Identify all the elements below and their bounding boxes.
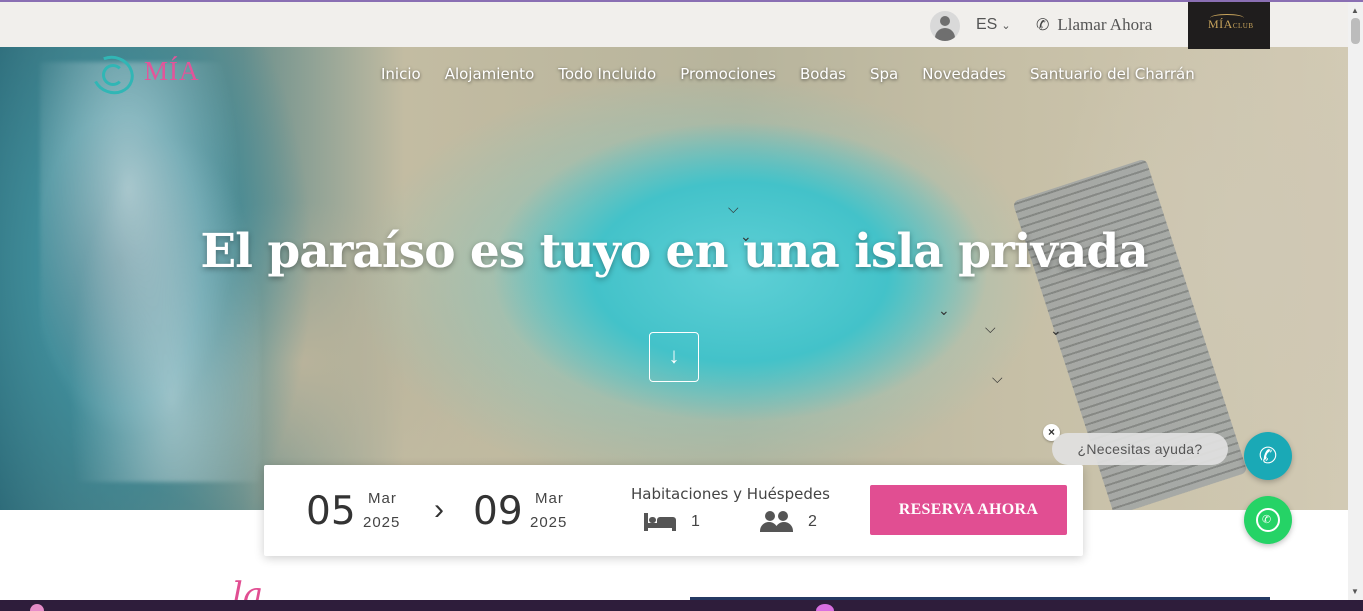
checkin-month[interactable]: Mar <box>368 490 397 507</box>
whatsapp-button[interactable]: ✆ <box>1244 496 1292 544</box>
whatsapp-phone-glyph: ✆ <box>1262 514 1272 526</box>
top-utility-bar: ES ⌄ ✆ Llamar Ahora MÍACLUB <box>0 2 1348 49</box>
bird-icon: ⌵ <box>992 370 1003 386</box>
checkin-year[interactable]: 2025 <box>363 514 400 531</box>
logo-name: MÍA <box>144 56 200 86</box>
rooms-count[interactable]: 1 <box>691 513 701 531</box>
nav-item-todo-incluido[interactable]: Todo Incluido <box>558 65 656 83</box>
arrow-down-icon: ↓ <box>668 343 680 368</box>
rooms-guests-label[interactable]: Habitaciones y Huéspedes <box>631 485 830 503</box>
bird-icon: ⌵ <box>985 320 996 336</box>
nav-item-inicio[interactable]: Inicio <box>381 65 421 83</box>
taskbar-app-icon[interactable] <box>816 604 834 611</box>
scroll-down-button[interactable]: ↓ <box>649 332 699 382</box>
scroll-down-arrow-icon[interactable]: ▼ <box>1351 587 1359 596</box>
club-logo-text: MÍACLUB <box>1208 17 1254 31</box>
bed-icon <box>644 513 676 531</box>
bird-icon: ⌄ <box>938 302 950 318</box>
taskbar <box>0 600 1363 611</box>
call-now-link[interactable]: ✆ Llamar Ahora <box>1036 15 1152 35</box>
scrollbar[interactable]: ▲ ▼ <box>1348 2 1363 600</box>
bird-icon: ⌄ <box>1050 322 1062 338</box>
nav-item-spa[interactable]: Spa <box>870 65 898 83</box>
nav-item-bodas[interactable]: Bodas <box>800 65 846 83</box>
mia-club-logo[interactable]: MÍACLUB <box>1188 2 1270 49</box>
phone-icon: ✆ <box>1036 17 1050 34</box>
scroll-up-arrow-icon[interactable]: ▲ <box>1351 6 1359 15</box>
nav-item-alojamiento[interactable]: Alojamiento <box>445 65 535 83</box>
checkout-month[interactable]: Mar <box>535 490 564 507</box>
mia-logo[interactable]: MÍA <box>86 49 212 101</box>
user-account-icon[interactable] <box>930 11 960 41</box>
bird-icon: ⌵ <box>728 200 739 216</box>
phone-call-button[interactable]: ✆ <box>1244 432 1292 480</box>
checkin-day[interactable]: 05 <box>306 489 356 534</box>
checkout-year[interactable]: 2025 <box>530 514 567 531</box>
scrollbar-thumb[interactable] <box>1351 18 1360 44</box>
chevron-down-icon: ⌄ <box>1001 20 1011 32</box>
nav-item-novedades[interactable]: Novedades <box>922 65 1006 83</box>
hero-headline: El paraíso es tuyo en una isla privada <box>200 224 1148 279</box>
nav-item-promociones[interactable]: Promociones <box>680 65 776 83</box>
guests-count[interactable]: 2 <box>808 513 818 531</box>
checkout-day[interactable]: 09 <box>473 489 523 534</box>
chevron-right-icon: › <box>434 493 444 526</box>
help-bubble[interactable]: ¿Necesitas ayuda? <box>1052 433 1228 465</box>
taskbar-app-icon[interactable] <box>30 604 44 611</box>
main-nav: Inicio Alojamiento Todo Incluido Promoci… <box>381 65 1195 83</box>
reserve-now-button[interactable]: RESERVA AHORA <box>870 485 1067 535</box>
call-now-label: Llamar Ahora <box>1057 15 1153 34</box>
logo-swirl-inner <box>102 64 124 86</box>
language-code: ES <box>976 16 998 33</box>
booking-widget: 05 Mar 2025 › 09 Mar 2025 Habitaciones y… <box>264 465 1083 556</box>
nav-item-santuario[interactable]: Santuario del Charrán <box>1030 65 1195 83</box>
phone-icon: ✆ <box>1258 443 1278 468</box>
guests-icon <box>760 511 794 533</box>
language-selector[interactable]: ES ⌄ <box>976 16 1011 34</box>
